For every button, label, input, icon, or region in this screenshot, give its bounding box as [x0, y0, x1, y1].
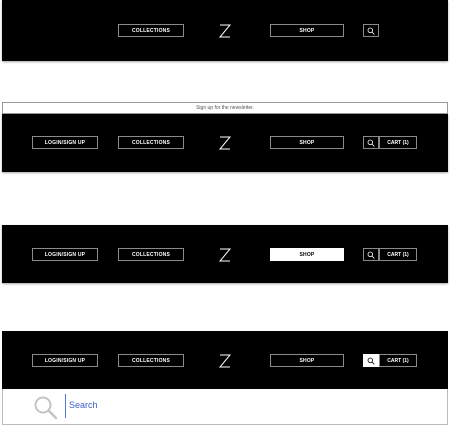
collections-button[interactable]: COLLECTIONS: [118, 354, 184, 367]
search-panel: [2, 389, 448, 425]
search-icon: [34, 396, 58, 420]
brand-logo[interactable]: [218, 247, 232, 263]
login-signup-button[interactable]: LOGIN/SIGN UP: [32, 136, 98, 149]
header-bar-1: COLLECTIONS SHOP: [2, 0, 448, 61]
newsletter-banner[interactable]: Sign up for the newsletter.: [2, 102, 448, 114]
search-divider: [65, 394, 66, 418]
brand-logo[interactable]: [218, 135, 232, 151]
brand-logo[interactable]: [218, 353, 232, 369]
collections-button[interactable]: COLLECTIONS: [118, 24, 184, 37]
search-input[interactable]: [69, 397, 269, 413]
header-bar-4: LOGIN/SIGN UP COLLECTIONS SHOP CART (1): [2, 331, 448, 389]
shop-button[interactable]: SHOP: [270, 248, 344, 261]
header-bar-3: LOGIN/SIGN UP COLLECTIONS SHOP CART (1): [2, 225, 448, 283]
login-signup-button[interactable]: LOGIN/SIGN UP: [32, 354, 98, 367]
search-button[interactable]: [363, 24, 379, 37]
cart-button[interactable]: CART (1): [379, 136, 417, 149]
collections-button[interactable]: COLLECTIONS: [118, 136, 184, 149]
cart-button[interactable]: CART (1): [379, 354, 417, 367]
search-icon: [367, 357, 375, 365]
search-icon: [367, 139, 375, 147]
search-icon: [367, 27, 375, 35]
brand-logo[interactable]: [218, 23, 232, 39]
header-bar-2: LOGIN/SIGN UP COLLECTIONS SHOP CART (1): [2, 114, 448, 172]
search-button[interactable]: [363, 354, 379, 367]
collections-button[interactable]: COLLECTIONS: [118, 248, 184, 261]
login-signup-button[interactable]: LOGIN/SIGN UP: [32, 248, 98, 261]
cart-button[interactable]: CART (1): [379, 248, 417, 261]
shop-button[interactable]: SHOP: [270, 354, 344, 367]
newsletter-text: Sign up for the newsletter.: [196, 105, 254, 111]
shop-button[interactable]: SHOP: [270, 136, 344, 149]
search-button[interactable]: [363, 136, 379, 149]
search-icon: [367, 251, 375, 259]
search-button[interactable]: [363, 248, 379, 261]
shop-button[interactable]: SHOP: [270, 24, 344, 37]
